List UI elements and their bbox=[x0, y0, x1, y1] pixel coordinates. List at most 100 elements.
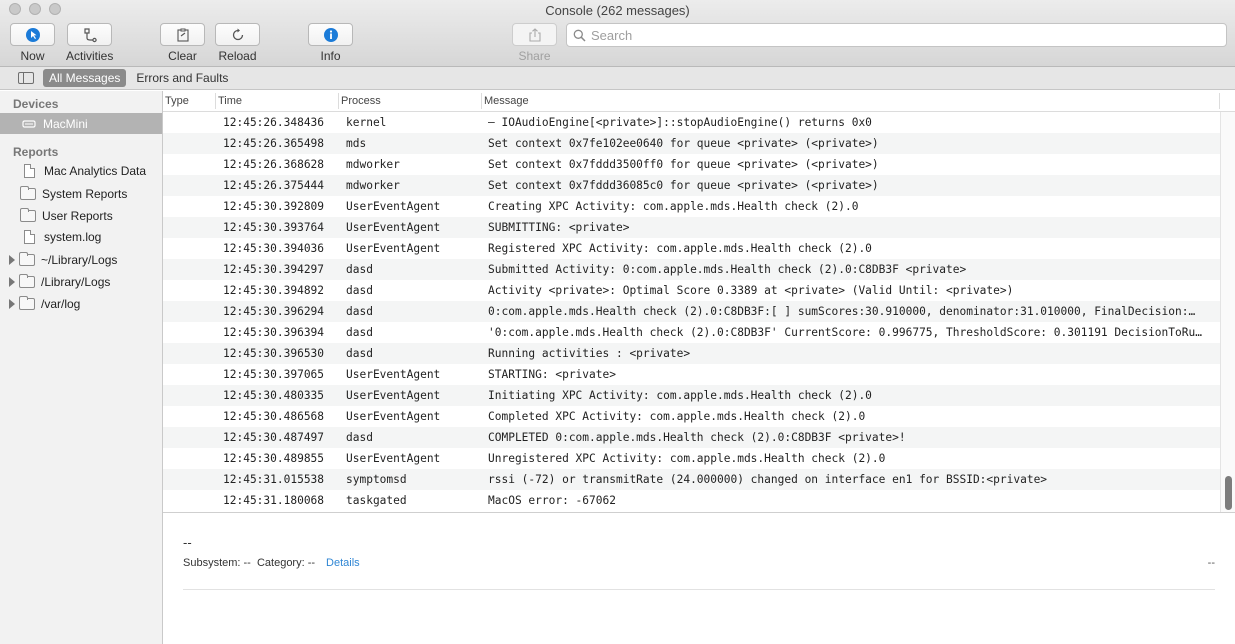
now-button-frame[interactable] bbox=[10, 23, 55, 46]
column-header-time[interactable]: Time bbox=[218, 95, 242, 107]
time-cell: 12:45:30.489855 bbox=[223, 452, 325, 465]
all-messages-tab[interactable]: All Messages bbox=[43, 69, 127, 87]
table-row[interactable]: 12:45:30.486568 UserEventAgent Completed X… bbox=[163, 406, 1220, 427]
clear-button-frame[interactable] bbox=[160, 23, 205, 46]
column-divider[interactable] bbox=[215, 93, 216, 109]
devices-header: Devices bbox=[13, 97, 59, 111]
time-cell: 12:45:31.015538 bbox=[223, 473, 325, 486]
sidebar-item-user-library-logs[interactable]: ~/Library/Logs bbox=[0, 249, 162, 270]
sidebar-item-macmini[interactable]: MacMini bbox=[0, 113, 162, 134]
time-cell: 12:45:30.392809 bbox=[223, 200, 325, 213]
sidebar-item-label: /var/log bbox=[41, 296, 81, 311]
activities-icon bbox=[84, 27, 97, 42]
column-header-process[interactable]: Process bbox=[341, 95, 381, 107]
table-row[interactable]: 12:45:30.487497 dasd COMPLETED 0:com.apple… bbox=[163, 427, 1220, 448]
vertical-scrollbar[interactable] bbox=[1220, 112, 1235, 512]
activities-button[interactable]: Activities bbox=[66, 23, 113, 63]
search-placeholder: Search bbox=[591, 27, 633, 43]
table-row[interactable]: 12:45:26.375444 mdworker Set context 0x7fd… bbox=[163, 175, 1220, 196]
errors-faults-tab[interactable]: Errors and Faults bbox=[130, 69, 234, 87]
share-button-frame[interactable] bbox=[512, 23, 557, 46]
message-cell: STARTING: <private> bbox=[488, 368, 616, 381]
column-divider[interactable] bbox=[338, 93, 339, 109]
message-cell: Set context 0x7fe102ee0640 for queue <pr… bbox=[488, 137, 879, 150]
message-cell: Set context 0x7fddd3500ff0 for queue <pr… bbox=[488, 158, 879, 171]
table-header: Type Time Process Message bbox=[163, 91, 1235, 112]
message-cell: rssi (-72) or transmitRate (24.000000) c… bbox=[488, 473, 1048, 486]
info-button-frame[interactable] bbox=[308, 23, 353, 46]
reload-button-frame[interactable] bbox=[215, 23, 260, 46]
process-cell: mdworker bbox=[346, 179, 400, 192]
search-field[interactable]: Search bbox=[566, 23, 1227, 47]
message-cell: Running activities : <private> bbox=[488, 347, 691, 360]
message-cell: Set context 0x7fddd36085c0 for queue <pr… bbox=[488, 179, 879, 192]
process-cell: symptomsd bbox=[346, 473, 407, 486]
table-row[interactable]: 12:45:30.394297 dasd Submitted Activity: 0… bbox=[163, 259, 1220, 280]
sidebar-item-library-logs[interactable]: /Library/Logs bbox=[0, 271, 162, 292]
column-divider[interactable] bbox=[1219, 93, 1220, 109]
scrollbar-thumb[interactable] bbox=[1225, 476, 1232, 510]
sidebar-item-user-reports[interactable]: User Reports bbox=[0, 205, 162, 226]
message-cell: Submitted Activity: 0:com.apple.mds.Heal… bbox=[488, 263, 967, 276]
time-cell: 12:45:30.486568 bbox=[223, 410, 325, 423]
activities-button-frame[interactable] bbox=[67, 23, 113, 46]
reload-button[interactable]: Reload bbox=[215, 23, 260, 63]
disclosure-triangle-icon[interactable] bbox=[9, 298, 15, 309]
now-button[interactable]: Now bbox=[10, 23, 55, 63]
process-cell: UserEventAgent bbox=[346, 200, 441, 213]
details-link[interactable]: Details bbox=[326, 557, 360, 569]
filter-bar: All Messages Errors and Faults bbox=[0, 67, 1235, 90]
sidebar-item-system-log[interactable]: system.log bbox=[0, 226, 162, 247]
time-cell: 12:45:30.397065 bbox=[223, 368, 325, 381]
log-table[interactable]: 12:45:26.348436 kernel – IOAudioEngine[<pr… bbox=[163, 112, 1220, 512]
disclosure-triangle-icon[interactable] bbox=[9, 276, 15, 287]
sidebar-item-label: /Library/Logs bbox=[41, 274, 111, 289]
folder-icon bbox=[20, 185, 36, 200]
table-row[interactable]: 12:45:30.396394 dasd '0:com.apple.mds.Heal… bbox=[163, 322, 1220, 343]
sidebar-item-label: System Reports bbox=[42, 186, 128, 201]
table-row[interactable]: 12:45:31.015538 symptomsd rssi (-72) or tr… bbox=[163, 469, 1220, 490]
table-row[interactable]: 12:45:30.396530 dasd Running activities : … bbox=[163, 343, 1220, 364]
table-row[interactable]: 12:45:26.365498 mds Set context 0x7fe102ee… bbox=[163, 133, 1220, 154]
sidebar: Devices MacMini Reports Mac Analytics Da… bbox=[0, 91, 163, 644]
column-header-type[interactable]: Type bbox=[165, 95, 189, 107]
share-button[interactable]: Share bbox=[512, 23, 557, 63]
sidebar-item-mac-analytics-data[interactable]: Mac Analytics Data bbox=[0, 160, 162, 181]
table-row[interactable]: 12:45:30.489855 UserEventAgent Unregistere… bbox=[163, 448, 1220, 469]
disclosure-triangle-icon[interactable] bbox=[9, 254, 15, 265]
column-header-message[interactable]: Message bbox=[484, 95, 529, 107]
folder-icon bbox=[20, 207, 36, 222]
sidebar-item-var-log[interactable]: /var/log bbox=[0, 293, 162, 314]
sidebar-item-label: User Reports bbox=[42, 208, 113, 223]
process-cell: UserEventAgent bbox=[346, 389, 441, 402]
clear-button[interactable]: Clear bbox=[160, 23, 205, 63]
time-cell: 12:45:30.394297 bbox=[223, 263, 325, 276]
divider bbox=[183, 589, 1215, 590]
process-cell: dasd bbox=[346, 347, 373, 360]
process-cell: UserEventAgent bbox=[346, 221, 441, 234]
sidebar-toggle-icon[interactable] bbox=[18, 72, 34, 84]
document-icon bbox=[24, 163, 35, 178]
sidebar-item-system-reports[interactable]: System Reports bbox=[0, 183, 162, 204]
info-icon bbox=[323, 27, 338, 42]
message-cell: SUBMITTING: <private> bbox=[488, 221, 630, 234]
table-row[interactable]: 12:45:30.394892 dasd Activity <private>: O… bbox=[163, 280, 1220, 301]
message-cell: MacOS error: -67062 bbox=[488, 494, 616, 507]
detail-message: -- bbox=[183, 535, 192, 550]
info-button[interactable]: Info bbox=[308, 23, 353, 63]
table-row[interactable]: 12:45:26.368628 mdworker Set context 0x7fd… bbox=[163, 154, 1220, 175]
table-row[interactable]: 12:45:30.397065 UserEventAgent STARTING: <… bbox=[163, 364, 1220, 385]
table-row[interactable]: 12:45:30.392809 UserEventAgent Creating XP… bbox=[163, 196, 1220, 217]
column-divider[interactable] bbox=[481, 93, 482, 109]
table-row[interactable]: 12:45:30.393764 UserEventAgent SUBMITTING:… bbox=[163, 217, 1220, 238]
table-row[interactable]: 12:45:30.394036 UserEventAgent Registered … bbox=[163, 238, 1220, 259]
process-cell: taskgated bbox=[346, 494, 407, 507]
table-row[interactable]: 12:45:30.480335 UserEventAgent Initiating … bbox=[163, 385, 1220, 406]
process-cell: UserEventAgent bbox=[346, 410, 441, 423]
message-cell: '0:com.apple.mds.Health check (2).0:C8DB… bbox=[488, 326, 1202, 339]
table-row[interactable]: 12:45:31.180068 taskgated MacOS error: -67… bbox=[163, 490, 1220, 511]
category-label: Category: -- bbox=[253, 557, 316, 569]
table-row[interactable]: 12:45:30.396294 dasd 0:com.apple.mds.Healt… bbox=[163, 301, 1220, 322]
table-row[interactable]: 12:45:26.348436 kernel – IOAudioEngine[<pr… bbox=[163, 112, 1220, 133]
process-cell: mdworker bbox=[346, 158, 400, 171]
